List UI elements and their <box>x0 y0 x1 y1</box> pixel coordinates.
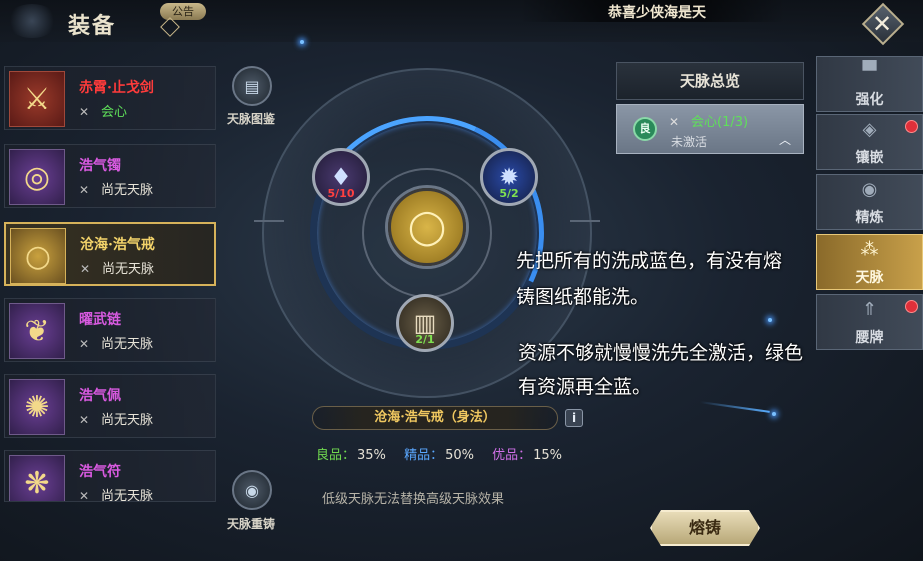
marquee-text: 恭喜少侠海是天 <box>608 5 706 21</box>
equipment-name: 浩气镯 <box>79 158 121 174</box>
note-line-2: 铸图纸都能洗。 <box>516 286 650 308</box>
material-count: 5/10 <box>327 187 355 200</box>
equipment-item-bracelet[interactable]: ◎ 浩气镯 ✕ 尚无天脉 <box>4 144 216 208</box>
notice-button[interactable]: 公告 <box>160 3 206 20</box>
material-count: 2/1 <box>415 333 435 346</box>
excellent-quality-label: 优品： <box>492 448 532 463</box>
fine-quality-label: 精品： <box>404 448 444 463</box>
note-line-4: 有资源再全蓝。 <box>518 376 652 398</box>
crossed-swords-icon: ✕ <box>79 337 90 351</box>
tab-meridian[interactable]: ⁂ 天脉 <box>816 234 923 290</box>
info-icon[interactable]: i <box>565 409 583 427</box>
material-slot-flame[interactable]: ✹ 5/2 <box>480 148 538 206</box>
sparkle <box>772 412 776 416</box>
tab-label: 精炼 <box>855 210 884 226</box>
excellent-quality-value: 15% <box>533 448 563 463</box>
notification-dot <box>905 300 918 313</box>
equipment-meridian: ✕ 尚无天脉 <box>80 262 155 277</box>
quality-probabilities: 良品： 35% 精品： 50% 优品： 15% <box>316 444 576 463</box>
center-equipment-slot[interactable]: ◯ <box>388 188 466 266</box>
tab-enhance[interactable]: ▀ 强化 <box>816 56 923 112</box>
fine-quality-value: 50% <box>445 448 474 463</box>
equipment-meridian: ✕ 尚无天脉 <box>79 489 154 502</box>
sparkle <box>768 318 772 322</box>
equipment-item-sword[interactable]: ⚔ 赤霄·止戈剑 ✕ 会心 <box>4 66 216 130</box>
replace-hint: 低级天脉无法替换高级天脉效果 <box>322 492 505 507</box>
sparkle <box>300 40 304 44</box>
broadcast-marquee: 恭喜少侠海是天 <box>520 0 785 22</box>
chevron-up-icon[interactable]: ︿ <box>779 131 791 148</box>
notification-dot <box>905 120 918 133</box>
talisman-icon: ❋ <box>9 455 65 501</box>
equipment-name: 赤霄·止戈剑 <box>79 80 154 96</box>
necklace-icon: ❦ <box>9 303 65 359</box>
equipment-name: 浩气符 <box>79 464 121 480</box>
tab-label: 镶嵌 <box>855 150 884 166</box>
swirl-icon: ◉ <box>245 480 259 500</box>
close-button[interactable]: ✕ <box>860 2 905 46</box>
overview-entry-name: ✕ 会心(1/3) <box>669 115 749 130</box>
equipment-name: 沧海·浩气戒 <box>80 237 155 253</box>
tab-waist-badge[interactable]: ⇑ 腰牌 <box>816 294 923 350</box>
overview-entry-status: 未激活 <box>671 135 708 149</box>
equipment-meridian: ✕ 尚无天脉 <box>79 337 154 352</box>
crossed-swords-icon: ✕ <box>79 183 90 197</box>
meridian-recast-label: 天脉重铸 <box>227 517 276 531</box>
close-icon: ✕ <box>871 10 893 38</box>
bracelet-icon: ◎ <box>9 149 65 205</box>
equipment-item-necklace[interactable]: ❦ 曜武链 ✕ 尚无天脉 <box>4 298 216 362</box>
good-quality-value: 35% <box>357 448 386 463</box>
equipment-name: 曜武链 <box>79 312 121 328</box>
overview-title: 天脉总览 <box>616 62 804 100</box>
equipment-item-ring[interactable]: ○ 沧海·浩气戒 ✕ 尚无天脉 <box>4 222 216 286</box>
material-slot-scroll[interactable]: ▥ 2/1 <box>396 294 454 352</box>
crossed-swords-icon: ✕ <box>79 489 90 502</box>
equipment-meridian: ✕ 尚无天脉 <box>79 413 154 428</box>
equipment-item-pendant[interactable]: ✺ 浩气佩 ✕ 尚无天脉 <box>4 374 216 438</box>
overview-entry[interactable]: 良 ✕ 会心(1/3) 未激活 ︿ <box>616 104 804 154</box>
forge-button[interactable]: 熔铸 <box>650 510 760 546</box>
sword-icon: ⚔ <box>9 71 65 127</box>
note-line-3: 资源不够就慢慢洗先全激活，绿色 <box>518 342 804 364</box>
quality-badge-icon: 良 <box>633 117 657 141</box>
crossed-swords-icon: ✕ <box>79 105 90 119</box>
tab-inlay[interactable]: ◈ 镶嵌 <box>816 114 923 170</box>
ring-icon: ◯ <box>407 207 447 247</box>
tab-refine[interactable]: ◉ 精炼 <box>816 174 923 230</box>
light-streak <box>700 401 770 413</box>
ring-icon: ○ <box>10 228 66 284</box>
material-count: 5/2 <box>499 187 519 200</box>
crossed-swords-icon: ✕ <box>80 262 91 276</box>
material-slot-crystal[interactable]: ♦ 5/10 <box>312 148 370 206</box>
constellation-icon: ⁂ <box>860 239 879 260</box>
crossed-swords-icon: ✕ <box>669 115 680 129</box>
title-emblem <box>6 4 58 38</box>
tab-label: 腰牌 <box>855 330 884 346</box>
page-title: 装备 <box>68 13 117 39</box>
anvil-icon: ▀ <box>862 61 877 82</box>
spoke-right <box>570 220 600 222</box>
equipment-name: 浩气佩 <box>79 388 121 404</box>
meridian-recast-button[interactable]: ◉ <box>232 470 272 510</box>
selected-item-plate: 沧海·浩气戒（身法） <box>312 406 558 430</box>
tab-label: 天脉 <box>855 270 884 286</box>
refine-icon: ◉ <box>861 179 878 200</box>
pendant-icon: ✺ <box>9 379 65 435</box>
equipment-item-talisman[interactable]: ❋ 浩气符 ✕ 尚无天脉 <box>4 450 216 502</box>
spoke-left <box>254 220 284 222</box>
crossed-swords-icon: ✕ <box>79 413 90 427</box>
note-line-1: 先把所有的洗成蓝色，有没有熔 <box>516 250 783 272</box>
equipment-meridian: ✕ 尚无天脉 <box>79 183 154 198</box>
tab-label: 强化 <box>855 92 884 108</box>
good-quality-label: 良品： <box>316 448 356 463</box>
equipment-meridian: ✕ 会心 <box>79 105 128 120</box>
